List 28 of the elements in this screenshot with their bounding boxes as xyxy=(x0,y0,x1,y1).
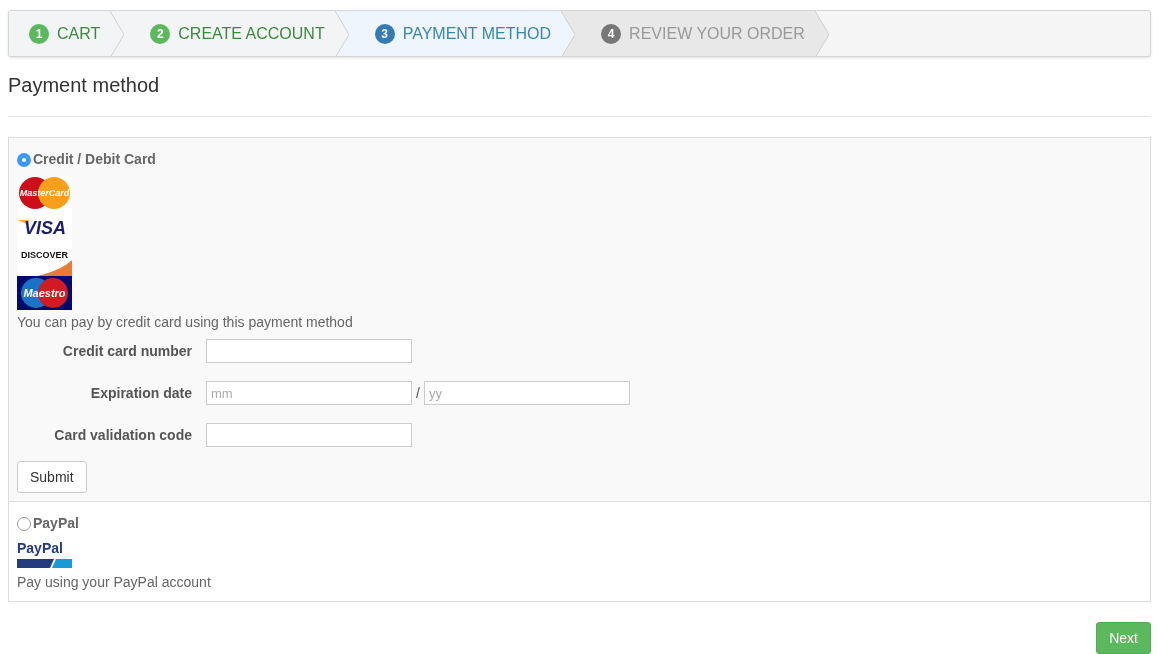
step-number: 4 xyxy=(601,23,622,44)
discover-logo: DISCOVER xyxy=(17,242,72,276)
step-label: CREATE ACCOUNT xyxy=(178,23,325,44)
step-label: PAYMENT METHOD xyxy=(402,23,552,44)
month-field[interactable]: mm xyxy=(206,381,412,405)
step-number: 3 xyxy=(374,23,395,44)
submit-button[interactable]: Submit xyxy=(17,461,87,493)
year-field[interactable]: yy xyxy=(423,381,630,405)
visa-logo: VISA xyxy=(17,210,72,242)
text-field[interactable] xyxy=(206,423,412,447)
method-title: Credit / Debit Card xyxy=(33,150,156,169)
method-description: Pay using your PayPal account xyxy=(17,573,212,592)
field-label: Credit card number xyxy=(61,341,192,361)
method-description: You can pay by credit card using this payment method xyxy=(17,313,354,332)
paypal-logo: PayPal xyxy=(17,540,72,570)
date-separator: / xyxy=(416,383,420,403)
field-label: Expiration date xyxy=(89,383,192,403)
text-field[interactable] xyxy=(206,339,412,363)
next-button[interactable]: Next xyxy=(1096,622,1151,654)
field-label: Card validation code xyxy=(53,425,192,445)
radio-button[interactable] xyxy=(17,516,31,531)
step-label: REVIEW YOUR ORDER xyxy=(629,23,805,44)
radio-button[interactable] xyxy=(17,152,31,167)
page-heading: Payment method xyxy=(8,73,161,98)
method-title: PayPal xyxy=(33,514,79,533)
step-label: CART xyxy=(57,23,101,44)
step-number: 2 xyxy=(150,23,171,44)
step-number: 1 xyxy=(29,23,49,44)
